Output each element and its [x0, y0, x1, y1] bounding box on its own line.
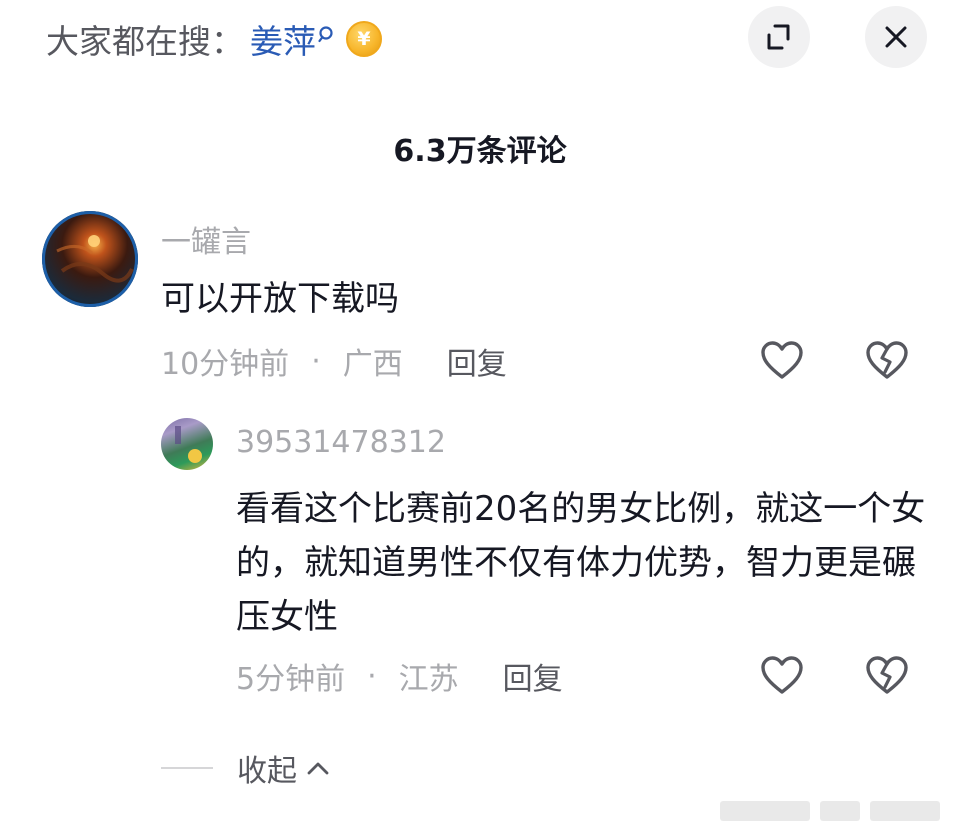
dislike-icon[interactable]: [864, 654, 910, 696]
close-button[interactable]: [865, 6, 927, 68]
search-suggestion-term[interactable]: 姜萍: [250, 15, 316, 63]
comment-meta: 10分钟前 · 广西 回复: [161, 338, 507, 384]
dislike-icon[interactable]: [864, 339, 910, 381]
comment-username[interactable]: 一罐言: [161, 217, 251, 261]
coin-icon: ¥: [346, 21, 382, 57]
search-icon: [318, 16, 336, 43]
meta-separator: ·: [311, 343, 321, 379]
like-icon[interactable]: [759, 339, 805, 381]
comment-location: 广西: [342, 347, 403, 382]
search-suggestion-bar[interactable]: 大家都在搜： 姜萍 ¥: [46, 14, 382, 64]
reply-button[interactable]: 回复: [447, 339, 507, 383]
collapse-replies-button[interactable]: 收起: [161, 745, 331, 791]
search-suggestion-prefix: 大家都在搜：: [46, 22, 244, 61]
like-icon[interactable]: [759, 654, 805, 696]
meta-separator: ·: [367, 658, 377, 694]
chevron-up-icon: [307, 762, 329, 775]
close-icon: [885, 26, 907, 48]
comment-time: 10分钟前: [161, 347, 290, 382]
comment-text: 可以开放下载吗: [161, 279, 399, 319]
expand-icon: [767, 24, 790, 50]
avatar[interactable]: [161, 418, 213, 470]
collapse-label: 收起: [237, 754, 297, 789]
comment-meta: 5分钟前 · 江苏 回复: [236, 653, 563, 699]
comment-username[interactable]: 39531478312: [236, 425, 446, 460]
expand-button[interactable]: [748, 6, 810, 68]
comment-location: 江苏: [398, 662, 459, 697]
comment-count-title: 6.3万条评论: [393, 134, 567, 169]
comment-time: 5分钟前: [236, 662, 346, 697]
comment-text: 看看这个比赛前20名的男女比例，就这一个女的，就知道男性不仅有体力优势，智力更是…: [236, 489, 926, 637]
divider: [161, 767, 213, 769]
watermark-graphic: [720, 801, 940, 821]
reply-button[interactable]: 回复: [503, 654, 563, 698]
avatar[interactable]: [42, 211, 138, 307]
